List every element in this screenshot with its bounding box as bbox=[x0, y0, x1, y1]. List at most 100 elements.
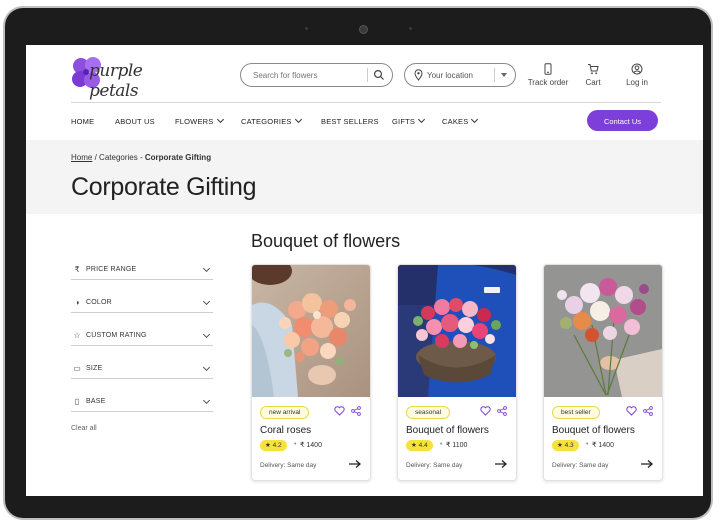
login-button[interactable]: Log in bbox=[623, 63, 651, 87]
share-icon[interactable] bbox=[497, 406, 507, 416]
share-icon[interactable] bbox=[643, 406, 653, 416]
nav-item-label: GIFTS bbox=[392, 117, 416, 126]
chevron-down-icon bbox=[202, 363, 211, 372]
cart-label: Cart bbox=[585, 78, 601, 87]
rating-badge: ★ 4.4 bbox=[406, 440, 433, 451]
delivery-info: Delivery: Same day bbox=[406, 462, 463, 469]
size-icon: ▭ bbox=[73, 364, 81, 373]
filter-row[interactable]: ☆ CUSTOM RATING bbox=[71, 330, 213, 346]
search-input[interactable] bbox=[253, 68, 363, 82]
tablet-frame: purple petals Your location bbox=[5, 8, 711, 518]
breadcrumb-categories[interactable]: Categories - bbox=[99, 153, 143, 162]
heart-icon[interactable] bbox=[334, 406, 345, 416]
product-image[interactable] bbox=[544, 265, 662, 397]
product-card[interactable]: seasonal Bouquet of flowers ★ 4.4 • ₹ 11… bbox=[397, 264, 517, 481]
cart-icon bbox=[588, 64, 599, 75]
user-icon bbox=[631, 63, 643, 75]
section-title: Bouquet of flowers bbox=[251, 231, 401, 251]
color-icon: ◑ bbox=[74, 298, 80, 307]
breadcrumb-current: Corporate Gifting bbox=[144, 153, 212, 162]
product-name[interactable]: Bouquet of flowers bbox=[552, 425, 635, 436]
breadcrumb-home-link[interactable]: Home bbox=[71, 153, 92, 162]
browser-screen: purple petals Your location bbox=[26, 45, 703, 496]
filter-label: SIZE bbox=[86, 365, 103, 372]
contact-us-button[interactable]: Contact Us bbox=[587, 110, 658, 131]
location-pin-icon bbox=[414, 69, 423, 81]
main-nav: HOME ABOUT US FLOWERS CATEGORIES BEST SE… bbox=[71, 102, 661, 141]
nav-item-flowers[interactable]: FLOWERS bbox=[175, 115, 224, 126]
chevron-down-icon bbox=[216, 115, 224, 124]
product-price: ₹ 1400 bbox=[592, 442, 614, 449]
breadcrumb-separator: / bbox=[94, 153, 97, 162]
filter-label: COLOR bbox=[86, 299, 112, 306]
chevron-down-icon bbox=[202, 297, 211, 306]
product-name[interactable]: Coral roses bbox=[260, 425, 311, 436]
sensor-dot bbox=[305, 27, 308, 30]
location-divider bbox=[494, 68, 495, 82]
cart-button[interactable]: Cart bbox=[579, 63, 607, 87]
location-label: Your location bbox=[427, 71, 473, 80]
share-icon[interactable] bbox=[351, 406, 361, 416]
separator-dot: • bbox=[294, 441, 297, 448]
product-name[interactable]: Bouquet of flowers bbox=[406, 425, 489, 436]
rating-badge: ★ 4.2 bbox=[260, 440, 287, 451]
arrow-right-icon[interactable] bbox=[348, 459, 362, 469]
arrow-right-icon[interactable] bbox=[640, 459, 654, 469]
login-label: Log in bbox=[626, 78, 648, 87]
product-badge: seasonal bbox=[406, 406, 451, 419]
chevron-down-icon bbox=[418, 115, 426, 124]
phone-icon bbox=[544, 63, 552, 75]
chevron-down-icon bbox=[294, 115, 302, 124]
nav-item-home[interactable]: HOME bbox=[71, 117, 94, 126]
camera bbox=[359, 25, 368, 34]
nav-item-best-sellers[interactable]: BEST SELLERS bbox=[321, 117, 379, 126]
product-price: ₹ 1100 bbox=[446, 442, 468, 449]
site-header: purple petals Your location bbox=[26, 45, 703, 103]
product-image[interactable] bbox=[252, 265, 370, 397]
heart-icon[interactable] bbox=[480, 406, 491, 416]
breadcrumb: Home / Categories - Corporate Gifting bbox=[71, 153, 211, 162]
nav-item-label: BEST SELLERS bbox=[321, 117, 379, 126]
filter-row[interactable]: ▭ SIZE bbox=[71, 363, 213, 379]
nav-item-cakes[interactable]: CAKES bbox=[442, 115, 479, 126]
heart-icon[interactable] bbox=[626, 406, 637, 416]
search-bar[interactable] bbox=[240, 63, 393, 87]
filter-row[interactable]: ◑ COLOR bbox=[71, 297, 213, 313]
nav-item-about-us[interactable]: ABOUT US bbox=[115, 117, 155, 126]
filter-row[interactable]: ▯ BASE bbox=[71, 396, 213, 412]
search-icon[interactable] bbox=[373, 69, 385, 81]
chevron-down-icon[interactable] bbox=[501, 73, 507, 77]
rating-badge: ★ 4.3 bbox=[552, 440, 579, 451]
filter-size[interactable]: ▭ SIZE bbox=[71, 357, 213, 390]
nav-item-label: CATEGORIES bbox=[241, 117, 292, 126]
product-card[interactable]: new arrival Coral roses ★ 4.2 • ₹ 1400 D… bbox=[251, 264, 371, 481]
separator-dot: • bbox=[440, 441, 443, 448]
product-image[interactable] bbox=[398, 265, 516, 397]
filter-row[interactable]: ₹ PRICE RANGE bbox=[71, 264, 213, 280]
product-badge: new arrival bbox=[260, 406, 310, 419]
product-card[interactable]: best seller Bouquet of flowers ★ 4.3 • ₹… bbox=[543, 264, 663, 481]
filter-custom-rating[interactable]: ☆ CUSTOM RATING bbox=[71, 324, 213, 357]
filter-base[interactable]: ▯ BASE bbox=[71, 390, 213, 423]
track-order-button[interactable]: Track order bbox=[526, 63, 570, 87]
filter-price-range[interactable]: ₹ PRICE RANGE bbox=[71, 258, 213, 291]
delivery-info: Delivery: Same day bbox=[260, 462, 317, 469]
page-title: Corporate Gifting bbox=[71, 173, 257, 201]
chevron-down-icon bbox=[202, 396, 211, 405]
search-divider bbox=[367, 68, 368, 82]
nav-item-label: CAKES bbox=[442, 117, 469, 126]
location-selector[interactable]: Your location bbox=[404, 63, 516, 87]
arrow-right-icon[interactable] bbox=[494, 459, 508, 469]
nav-item-label: FLOWERS bbox=[175, 117, 214, 126]
filter-color[interactable]: ◑ COLOR bbox=[71, 291, 213, 324]
brand-logo[interactable]: purple petals bbox=[71, 55, 166, 101]
logo-wordmark: purple petals bbox=[89, 61, 143, 101]
page-hero: Home / Categories - Corporate Gifting Co… bbox=[26, 140, 703, 214]
chevron-down-icon bbox=[202, 264, 211, 273]
nav-item-gifts[interactable]: GIFTS bbox=[392, 115, 426, 126]
sensor-dot bbox=[409, 27, 412, 30]
star-icon: ☆ bbox=[73, 331, 81, 340]
nav-item-categories[interactable]: CATEGORIES bbox=[241, 115, 302, 126]
chevron-down-icon bbox=[202, 330, 211, 339]
clear-all-link[interactable]: Clear all bbox=[71, 425, 97, 432]
